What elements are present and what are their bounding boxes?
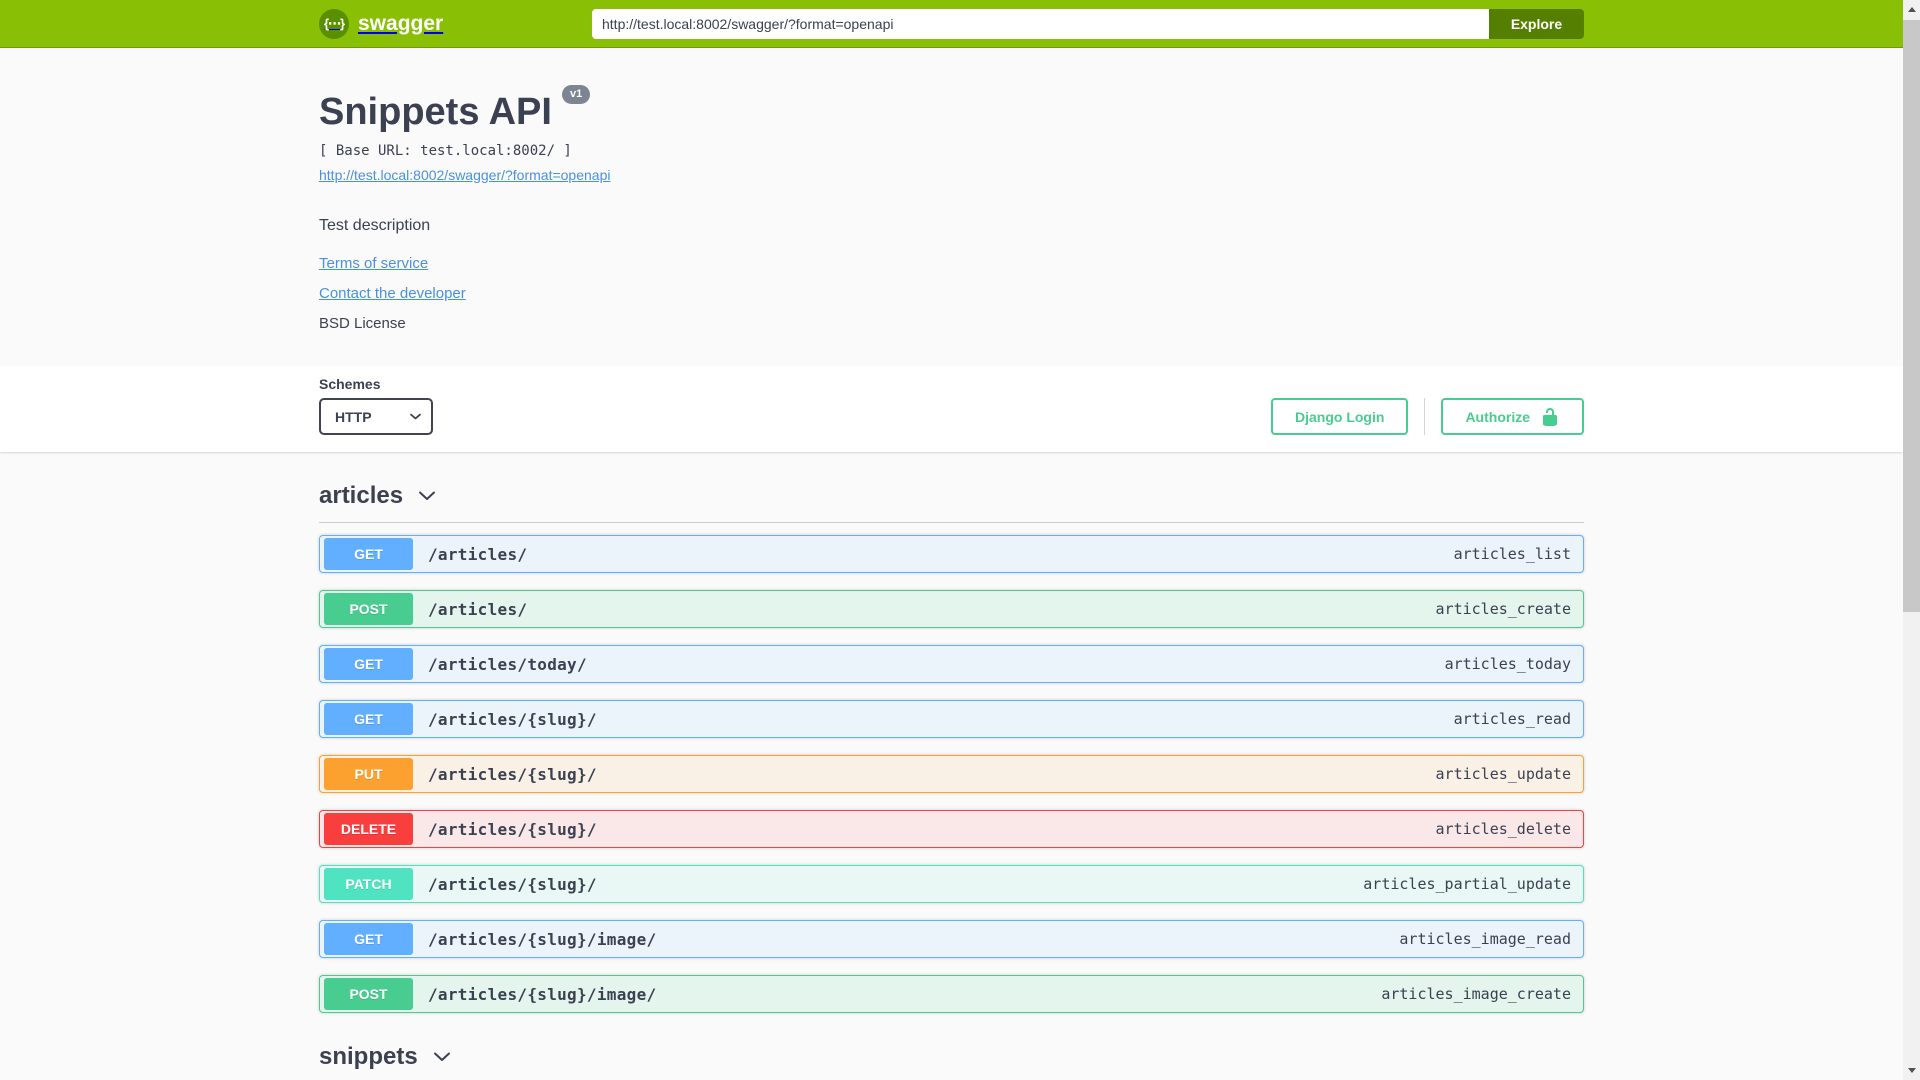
swagger-logo-text: swagger <box>358 11 444 35</box>
endpoint-path: /articles/ <box>428 544 528 564</box>
endpoint-path: /articles/ <box>428 599 528 619</box>
operation-id: articles_update <box>1435 765 1571 783</box>
opblock-row[interactable]: GET /articles/{slug}/image/ articles_ima… <box>319 920 1584 958</box>
unlocked-padlock-icon <box>1543 407 1557 426</box>
auth-wrapper: Django Login Authorize <box>1271 398 1584 435</box>
vertical-scrollbar[interactable] <box>1903 0 1920 1080</box>
section-title: snippets <box>319 1043 418 1070</box>
page-title: Snippets API v1 <box>319 85 1584 133</box>
base-url: [ Base URL: test.local:8002/ ] <box>319 143 572 159</box>
endpoint-path: /articles/{slug}/ <box>428 819 597 839</box>
scrollbar-up-arrow[interactable] <box>1903 1 1920 18</box>
api-title-text: Snippets API <box>319 91 552 133</box>
endpoint-path: /articles/today/ <box>428 654 587 674</box>
django-login-label: Django Login <box>1295 408 1385 425</box>
method-badge: POST <box>324 978 413 1010</box>
section-expand-chevron-icon[interactable] <box>432 1047 452 1067</box>
section-title: articles <box>319 482 404 509</box>
endpoint-path: /articles/{slug}/ <box>428 874 597 894</box>
tag-section-snippets: snippets GET /snippets/ snippets_list <box>319 1043 1584 1080</box>
opblock-row[interactable]: POST /articles/ articles_create <box>319 590 1584 628</box>
opblock-row[interactable]: GET /articles/{slug}/ articles_read <box>319 700 1584 738</box>
swagger-ui-page: {⋯} swagger Explore Snippets API v1 [ Bas… <box>0 0 1903 1080</box>
tag-section-articles: articles GET /articles/ articles_list PO… <box>319 482 1584 1013</box>
opblock-row[interactable]: POST /articles/{slug}/image/ articles_im… <box>319 975 1584 1013</box>
operation-id: articles_read <box>1453 710 1571 728</box>
operation-id: articles_create <box>1435 600 1571 618</box>
operation-id: articles_today <box>1444 655 1571 673</box>
method-badge: GET <box>324 648 413 680</box>
explore-button[interactable]: Explore <box>1489 8 1584 39</box>
django-login-button[interactable]: Django Login <box>1271 398 1409 435</box>
api-description: Test description <box>319 217 431 234</box>
method-badge: GET <box>324 703 413 735</box>
endpoint-path: /articles/{slug}/ <box>428 764 597 784</box>
contact-developer-link[interactable]: Contact the developer <box>319 285 466 302</box>
schemes-label: Schemes <box>319 376 381 392</box>
endpoint-path: /articles/{slug}/ <box>428 709 597 729</box>
topbar: {⋯} swagger Explore <box>0 0 1903 48</box>
opblock-row[interactable]: PATCH /articles/{slug}/ articles_partial… <box>319 865 1584 903</box>
endpoint-path: /articles/{slug}/image/ <box>428 984 657 1004</box>
tag-header[interactable]: articles <box>319 482 1584 523</box>
operation-id: articles_delete <box>1435 820 1571 838</box>
api-info-section: Snippets API v1 [ Base URL: test.local:80… <box>0 48 1903 366</box>
scrollbar-down-arrow[interactable] <box>1903 1062 1920 1079</box>
spec-url-input[interactable] <box>592 8 1489 39</box>
opblock-row[interactable]: GET /articles/ articles_list <box>319 535 1584 573</box>
endpoint-path: /articles/{slug}/image/ <box>428 929 657 949</box>
method-badge: POST <box>324 593 413 625</box>
scrollbar-thumb[interactable] <box>1903 20 1920 612</box>
authorize-label: Authorize <box>1465 408 1530 425</box>
scheme-container: Schemes HTTP Django Login Authorize <box>0 366 1903 452</box>
terms-of-service-link[interactable]: Terms of service <box>319 255 428 272</box>
opblock-row[interactable]: GET /articles/today/ articles_today <box>319 645 1584 683</box>
schemes-block: Schemes HTTP <box>319 376 433 435</box>
operation-id: articles_image_create <box>1381 985 1571 1003</box>
version-badge: v1 <box>561 85 591 104</box>
license-text: BSD License <box>319 315 406 332</box>
operation-id: articles_image_read <box>1399 930 1571 948</box>
section-expand-chevron-icon[interactable] <box>417 486 437 506</box>
swagger-logo-icon: {⋯} <box>319 8 349 39</box>
method-badge: PATCH <box>324 868 413 900</box>
opblock-row[interactable]: PUT /articles/{slug}/ articles_update <box>319 755 1584 793</box>
operations-list: GET /articles/ articles_list POST /artic… <box>319 523 1584 1013</box>
spec-url-form: Explore <box>592 8 1584 39</box>
method-badge: GET <box>324 538 413 570</box>
up-arrow-icon <box>1907 7 1916 12</box>
method-badge: PUT <box>324 758 413 790</box>
down-arrow-icon <box>1907 1068 1916 1073</box>
swagger-logo[interactable]: {⋯} swagger <box>319 8 444 39</box>
authorize-button[interactable]: Authorize <box>1441 398 1584 435</box>
method-badge: DELETE <box>324 813 413 845</box>
method-badge: GET <box>324 923 413 955</box>
operations-root: articles GET /articles/ articles_list PO… <box>319 482 1584 1080</box>
operation-id: articles_partial_update <box>1363 875 1571 893</box>
spec-link[interactable]: http://test.local:8002/swagger/?format=o… <box>319 167 610 183</box>
auth-divider <box>1424 398 1426 435</box>
tag-header[interactable]: snippets <box>319 1043 1584 1080</box>
operation-id: articles_list <box>1453 545 1571 563</box>
opblock-row[interactable]: DELETE /articles/{slug}/ articles_delete <box>319 810 1584 848</box>
scheme-select[interactable]: HTTP <box>319 398 433 435</box>
